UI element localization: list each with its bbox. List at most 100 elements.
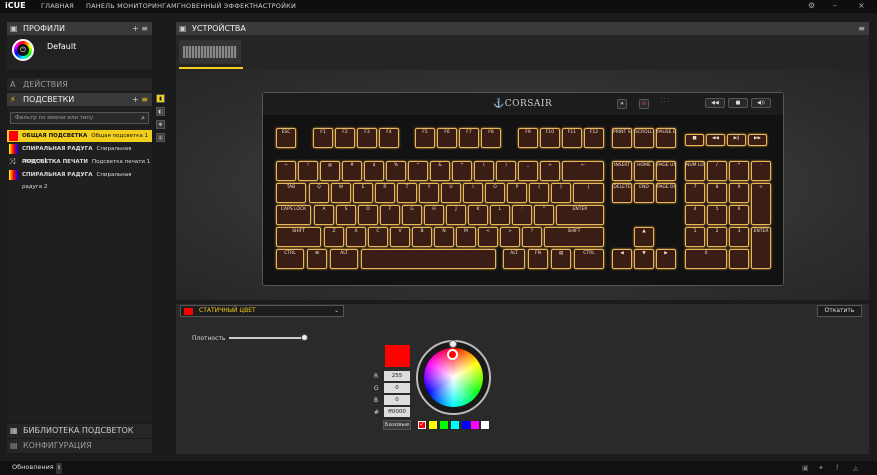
key-arrow-right[interactable]: ▶ [656, 249, 676, 269]
r-input[interactable]: 255 [384, 371, 410, 381]
key-windows[interactable]: ⊞ [307, 249, 327, 269]
brightness-button[interactable]: ☀ [617, 99, 627, 109]
key-f7[interactable]: F7 [459, 128, 479, 148]
devices-menu-icon[interactable]: ≡ [858, 22, 865, 35]
key-end[interactable]: END [634, 183, 654, 203]
swatch-cyan[interactable] [451, 421, 459, 429]
key-media-play[interactable]: ▶‖ [727, 134, 746, 146]
key-period[interactable]: > [500, 227, 520, 247]
facebook-icon[interactable]: f [836, 464, 838, 472]
nav-dashboard[interactable]: ПАНЕЛЬ МОНИТОРИНГА [86, 2, 171, 10]
key-arrow-down[interactable]: ▼ [634, 249, 654, 269]
key-right-alt[interactable]: ALT [503, 249, 525, 269]
key-num-2[interactable]: 2 [707, 227, 727, 247]
key-g[interactable]: G [402, 205, 422, 225]
key-minus[interactable]: _ [518, 161, 538, 181]
key-num-6[interactable]: 6 [729, 205, 749, 225]
brightness-handle[interactable] [449, 340, 457, 348]
base-colors-button[interactable]: Базовые [383, 420, 411, 430]
key-r[interactable]: R [375, 183, 395, 203]
key-arrow-left[interactable]: ◀ [612, 249, 632, 269]
key-pause-break[interactable]: PAUSE BREAK [656, 128, 676, 148]
key-num-9[interactable]: 9 [729, 183, 749, 203]
key-i[interactable]: I [463, 183, 483, 203]
actions-header[interactable]: A ДЕЙСТВИЯ [7, 78, 152, 91]
chat-icon[interactable]: ▣ [802, 464, 809, 472]
key-media-next[interactable]: ▶▶ [748, 134, 767, 146]
key-media-prev[interactable]: ◀◀ [706, 134, 725, 146]
key-num-0[interactable]: 0 [685, 249, 727, 269]
minimize-button[interactable]: – [833, 1, 837, 10]
density-slider-handle[interactable] [301, 334, 308, 341]
key-num-lock[interactable]: NUM LOCK [685, 161, 705, 181]
swatch-green[interactable] [440, 421, 448, 429]
color-wheel-handle[interactable] [447, 349, 458, 360]
density-slider[interactable] [229, 337, 304, 339]
key-o[interactable]: O [485, 183, 505, 203]
key-left-shift[interactable]: SHIFT [276, 227, 321, 247]
key-media-stop[interactable]: ■ [685, 134, 704, 146]
key-6[interactable]: ^ [408, 161, 428, 181]
side-add-button[interactable]: ◧ [156, 107, 165, 116]
key-f10[interactable]: F10 [540, 128, 560, 148]
b-input[interactable]: 0 [384, 395, 410, 405]
profile-name[interactable]: Default [47, 42, 76, 51]
key-menu[interactable]: ▤ [551, 249, 571, 269]
key-n[interactable]: N [434, 227, 454, 247]
nav-home[interactable]: ГЛАВНАЯ [41, 2, 74, 10]
key-k[interactable]: K [468, 205, 488, 225]
key-d[interactable]: D [358, 205, 378, 225]
key-slash[interactable]: ? [522, 227, 542, 247]
key-0[interactable]: ) [496, 161, 516, 181]
side-delete-icon[interactable]: ▥ [156, 133, 165, 142]
key-page-down[interactable]: PAGE DOWN [656, 183, 676, 203]
key-y[interactable]: Y [419, 183, 439, 203]
undo-button[interactable]: Откатить [817, 305, 862, 317]
key-enter[interactable]: ENTER [556, 205, 604, 225]
key-z[interactable]: Z [324, 227, 344, 247]
key-insert[interactable]: INSERT [612, 161, 632, 181]
key-right-ctrl[interactable]: CTRL [574, 249, 604, 269]
key-caps-lock[interactable]: CAPS LOCK [276, 205, 311, 225]
lighting-item-1[interactable]: ОБЩАЯ ПОДСВЕТКА Общая подсветка 1 [7, 130, 152, 142]
key-c[interactable]: C [368, 227, 388, 247]
key-equals[interactable]: + [540, 161, 560, 181]
key-num-minus[interactable]: - [751, 161, 771, 181]
key-4[interactable]: $ [364, 161, 384, 181]
key-3[interactable]: # [342, 161, 362, 181]
lighting-library-header[interactable]: ▦ БИБЛИОТЕКА ПОДСВЕТОК [7, 424, 152, 438]
keyboard-thumbnail[interactable] [179, 40, 241, 64]
key-num-3[interactable]: 3 [729, 227, 749, 247]
key-a[interactable]: A [314, 205, 334, 225]
configuration-header[interactable]: ▤ КОНФИГУРАЦИЯ [7, 439, 152, 453]
key-f9[interactable]: F9 [518, 128, 538, 148]
swatch-magenta[interactable] [471, 421, 479, 429]
key-space[interactable] [361, 249, 496, 269]
key-tab[interactable]: TAB [276, 183, 306, 203]
key-m[interactable]: M [456, 227, 476, 247]
key-e[interactable]: E [353, 183, 373, 203]
side-lighting-button[interactable]: ▮ [156, 94, 165, 103]
profiles-menu-icon[interactable]: ≡ [141, 24, 148, 33]
key-home[interactable]: HOME [634, 161, 654, 181]
key-x[interactable]: X [346, 227, 366, 247]
key-left-ctrl[interactable]: CTRL [276, 249, 304, 269]
key-u[interactable]: U [441, 183, 461, 203]
key-f6[interactable]: F6 [437, 128, 457, 148]
key-q[interactable]: Q [309, 183, 329, 203]
key-f8[interactable]: F8 [481, 128, 501, 148]
side-move-button[interactable]: ✥ [156, 120, 165, 129]
lighting-item-4[interactable]: СПИРАЛЬНАЯ РАДУГА Спиральная радуга 2 [7, 169, 152, 190]
key-num-multiply[interactable]: * [729, 161, 749, 181]
lighting-item-2[interactable]: СПИРАЛЬНАЯ РАДУГА Спиральная радуга 1 [7, 143, 152, 164]
key-w[interactable]: W [331, 183, 351, 203]
nav-settings[interactable]: НАСТРОЙКИ [253, 2, 296, 10]
key-f4[interactable]: F4 [379, 128, 399, 148]
key-arrow-up[interactable]: ▲ [634, 227, 654, 247]
key-right-brace[interactable]: } [551, 183, 571, 203]
key-2[interactable]: @ [320, 161, 340, 181]
mute-button[interactable]: ◀◀ [705, 98, 725, 108]
profile-icon[interactable]: ⏻ [12, 39, 34, 61]
key-backspace[interactable]: ← [562, 161, 604, 181]
effect-type-select[interactable]: СТАТИЧНЫЙ ЦВЕТ ⌄ [180, 305, 344, 317]
